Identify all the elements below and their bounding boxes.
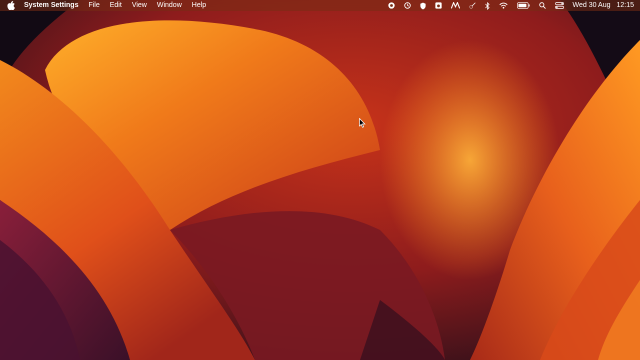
control-center-icon[interactable] — [554, 0, 564, 11]
clock-time: 12:15 — [616, 2, 634, 9]
menu-app-name[interactable]: System Settings — [24, 0, 78, 11]
bag-icon[interactable] — [434, 0, 442, 11]
menu-view[interactable]: View — [132, 0, 147, 11]
menu-window[interactable]: Window — [157, 0, 182, 11]
menu-help[interactable]: Help — [192, 0, 206, 11]
bluetooth-icon[interactable] — [484, 0, 490, 11]
spotlight-icon[interactable] — [538, 0, 546, 11]
wifi-icon[interactable] — [498, 0, 508, 11]
menu-bar-left: System Settings File Edit View Window He… — [0, 0, 216, 11]
clock-date: Wed 30 Aug — [572, 2, 611, 9]
mouse-pointer-icon — [359, 118, 366, 128]
apple-menu-icon[interactable] — [7, 0, 16, 11]
menu-bar: System Settings File Edit View Window He… — [0, 0, 640, 11]
menu-file[interactable]: File — [88, 0, 99, 11]
battery-icon[interactable] — [516, 0, 530, 11]
menu-bar-right: Wed 30 Aug 12:15 — [379, 0, 640, 11]
sync-icon[interactable] — [403, 0, 411, 11]
shield-icon[interactable] — [419, 0, 426, 11]
desktop-wallpaper — [0, 0, 640, 360]
menu-bar-clock[interactable]: Wed 30 Aug 12:15 — [573, 0, 635, 11]
menu-edit[interactable]: Edit — [110, 0, 122, 11]
record-icon[interactable] — [387, 0, 395, 11]
vpn-icon[interactable] — [450, 0, 460, 11]
search-small-icon[interactable] — [468, 0, 476, 11]
